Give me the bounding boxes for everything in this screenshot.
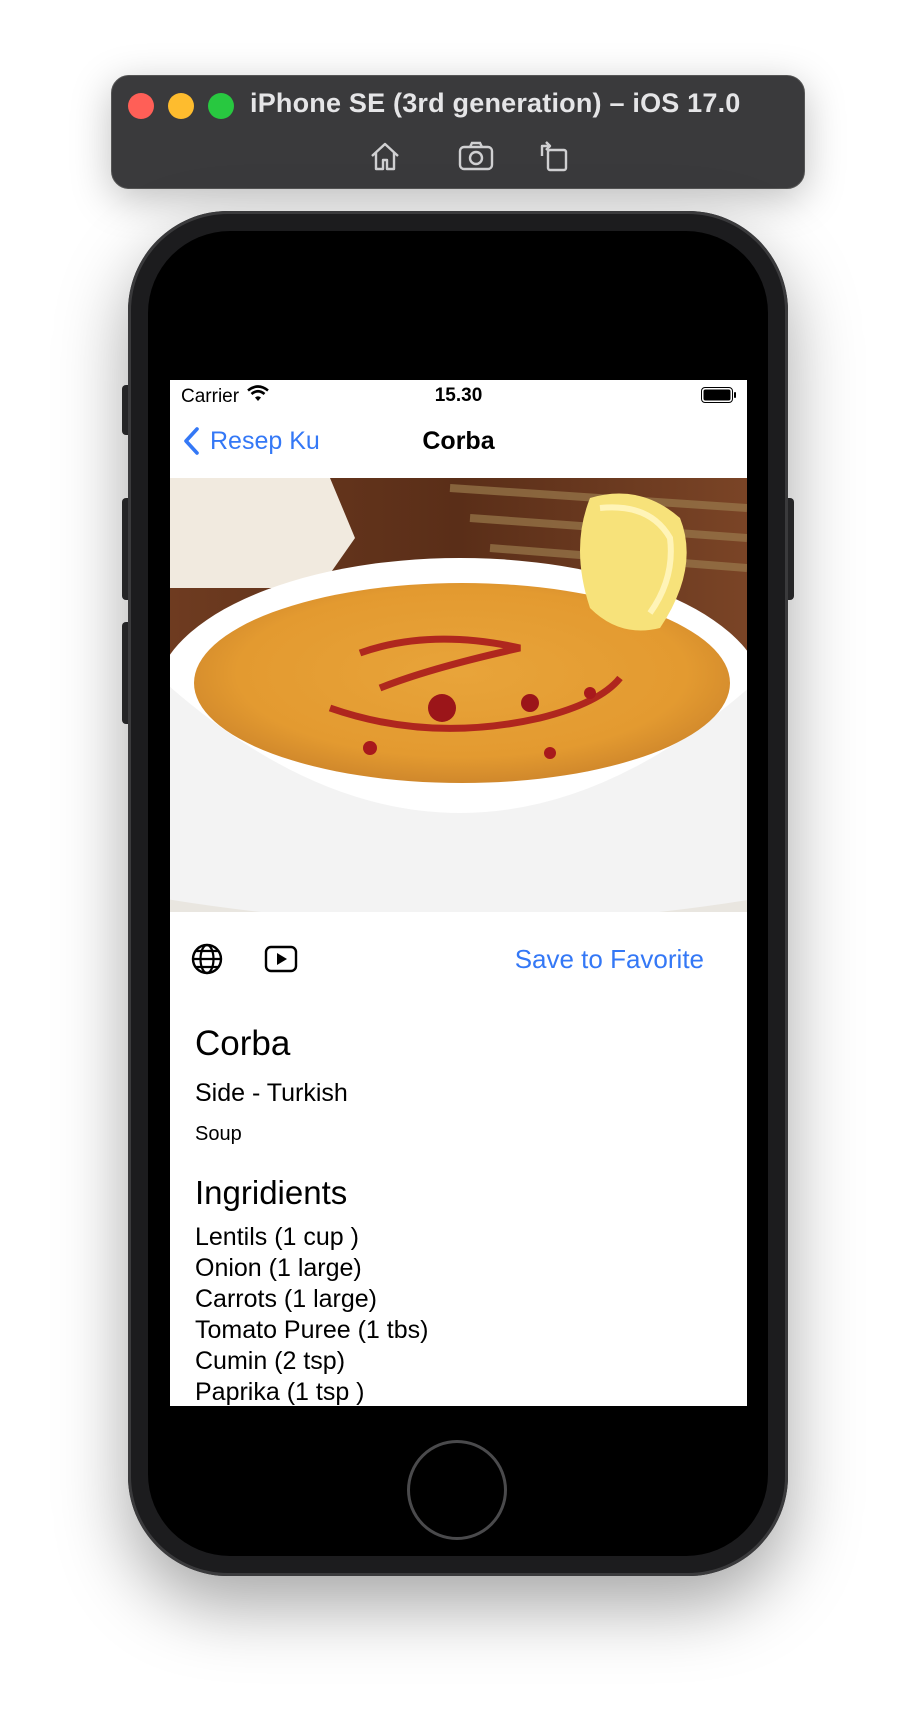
globe-icon[interactable]	[190, 942, 224, 976]
screenshot-icon[interactable]	[456, 136, 496, 176]
meal-name: Corba	[195, 1024, 291, 1063]
video-play-icon[interactable]	[264, 942, 298, 976]
window-close-button[interactable]	[128, 93, 154, 119]
meal-image	[170, 478, 747, 912]
simulator-title-bar: iPhone SE (3rd generation) – iOS 17.0	[111, 75, 805, 189]
app-screen: Carrier 15.30 Resep Ku Corba Save to Fav…	[170, 380, 747, 1406]
meal-category-area: Side - Turkish	[195, 1079, 348, 1107]
window-minimize-button[interactable]	[168, 93, 194, 119]
rotate-icon[interactable]	[534, 136, 574, 176]
save-to-favorite-button[interactable]: Save to Favorite	[515, 944, 704, 975]
list-item: Carrots (1 large)	[195, 1285, 377, 1313]
meal-tag: Soup	[195, 1123, 242, 1145]
meal-details: Corba Side - Turkish Soup Ingridients Le…	[195, 1022, 727, 1406]
status-bar: Carrier 15.30	[170, 380, 747, 414]
home-icon[interactable]	[365, 136, 405, 176]
ingredients-list: Lentils (1 cup ) Onion (1 large) Carrots…	[195, 1222, 727, 1406]
meal-actions: Save to Favorite	[170, 912, 747, 1012]
home-button[interactable]	[407, 1440, 507, 1540]
list-item: Onion (1 large)	[195, 1254, 362, 1282]
list-item: Paprika (1 tsp )	[195, 1378, 365, 1406]
status-time: 15.30	[434, 385, 483, 406]
list-item: Cumin (2 tsp)	[195, 1347, 346, 1375]
navigation-bar: Resep Ku Corba	[170, 414, 747, 474]
list-item: Lentils (1 cup )	[195, 1223, 359, 1251]
window-zoom-button[interactable]	[208, 93, 234, 119]
simulator-title: iPhone SE (3rd generation) – iOS 17.0	[250, 88, 741, 118]
page-title: Corba	[422, 427, 495, 455]
battery-icon	[701, 387, 737, 403]
ingredients-heading: Ingridients	[195, 1174, 348, 1211]
list-item: Tomato Puree (1 tbs)	[195, 1316, 429, 1344]
